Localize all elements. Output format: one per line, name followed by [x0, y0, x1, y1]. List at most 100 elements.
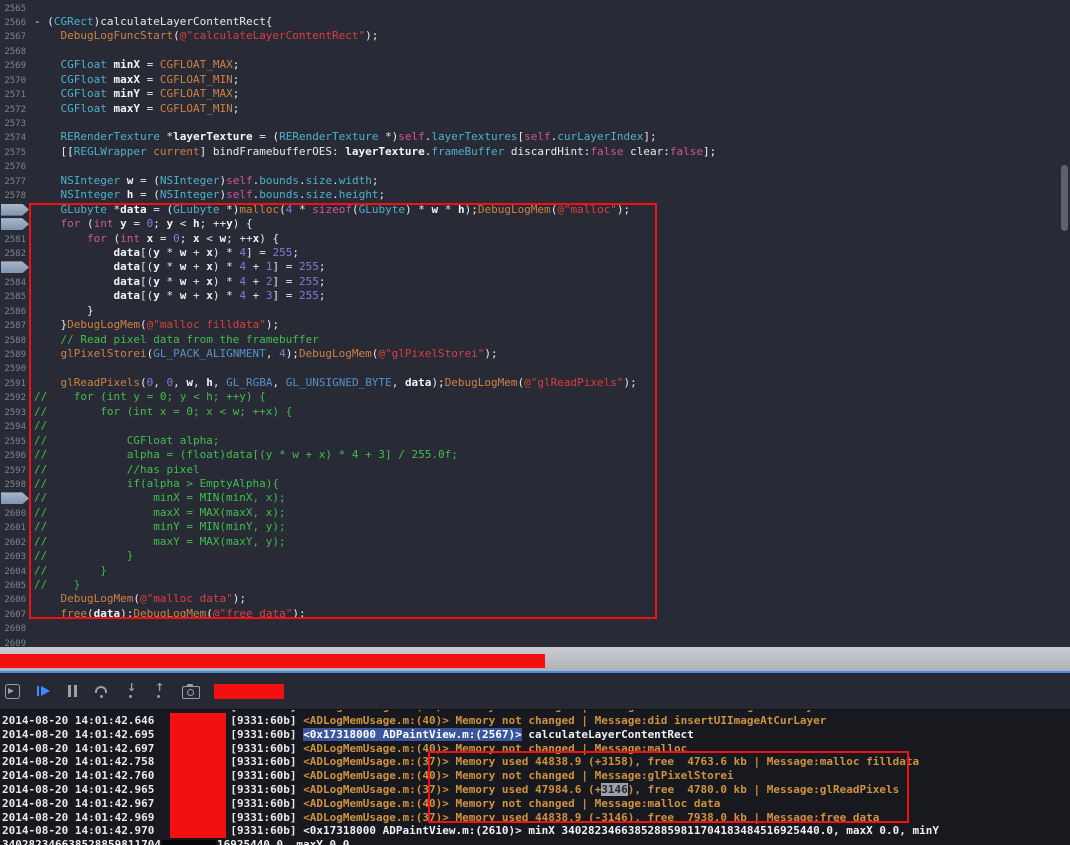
code-line[interactable]: 2598 // if(alpha > EmptyAlpha){	[0, 477, 1070, 491]
code-line[interactable]: 2569 CGFloat minX = CGFLOAT_MAX;	[0, 58, 1070, 72]
code-line[interactable]: 2573	[0, 116, 1070, 130]
code-line[interactable]: 2590	[0, 361, 1070, 375]
gutter-cell[interactable]: 2601	[0, 520, 30, 534]
code-line[interactable]: GLubyte *data = (GLubyte *)malloc(4 * si…	[0, 203, 1070, 217]
code-line[interactable]: 2585 data[(y * w + x) * 4 + 3] = 255;	[0, 289, 1070, 303]
code-line[interactable]: 2608	[0, 621, 1070, 635]
code-line[interactable]: 2606 DebugLogMem(@"malloc data");	[0, 592, 1070, 606]
code-line[interactable]: 2584 data[(y * w + x) * 4 + 2] = 255;	[0, 275, 1070, 289]
gutter-cell[interactable]: 2569	[0, 58, 30, 72]
gutter-cell[interactable]: 2595	[0, 434, 30, 448]
step-into-icon[interactable]	[126, 681, 137, 698]
code-line[interactable]: 2576	[0, 159, 1070, 173]
breakpoint-marker-icon[interactable]	[1, 203, 29, 216]
code-line[interactable]: 2578 NSInteger h = (NSInteger)self.bound…	[0, 188, 1070, 202]
gutter-cell[interactable]: 2567	[0, 29, 30, 43]
code-line[interactable]: 2565	[0, 1, 1070, 15]
gutter-cell[interactable]: 2577	[0, 174, 30, 188]
panel-toggle-icon[interactable]	[5, 683, 20, 699]
breakpoint-marker-icon[interactable]	[1, 492, 29, 505]
gutter-cell[interactable]: 2607	[0, 607, 30, 621]
code-line[interactable]: 2574 RERenderTexture *layerTexture = (RE…	[0, 130, 1070, 144]
code-line[interactable]: 2575 [[REGLWrapper current] bindFramebuf…	[0, 145, 1070, 159]
code-line[interactable]: for (int y = 0; y < h; ++y) {	[0, 217, 1070, 231]
gutter-cell[interactable]: 2604	[0, 564, 30, 578]
source-editor[interactable]: 2565 2566 - (CGRect)calculateLayerContentR…	[0, 0, 1070, 647]
gutter-cell[interactable]: 2586	[0, 304, 30, 318]
gutter-cell[interactable]: 2594	[0, 419, 30, 433]
code-line[interactable]: 2593 // for (int x = 0; x < w; ++x) {	[0, 405, 1070, 419]
gutter-cell[interactable]: 2581	[0, 232, 30, 246]
gutter-cell[interactable]: 2590	[0, 361, 30, 375]
gutter-cell[interactable]: 2572	[0, 102, 30, 116]
gutter-cell[interactable]	[0, 260, 30, 274]
code-line[interactable]: 2594 //	[0, 419, 1070, 433]
gutter-cell[interactable]: 2582	[0, 246, 30, 260]
gutter-cell[interactable]: 2592	[0, 390, 30, 404]
gutter-cell[interactable]: 2589	[0, 347, 30, 361]
gutter-cell[interactable]: 2584	[0, 275, 30, 289]
camera-icon[interactable]	[182, 684, 200, 699]
code-line[interactable]: 2572 CGFloat maxY = CGFLOAT_MIN;	[0, 102, 1070, 116]
gutter-cell[interactable]: 2597	[0, 463, 30, 477]
code-line[interactable]: // minX = MIN(minX, x);	[0, 491, 1070, 505]
code-line[interactable]: 2582 data[(y * w + x) * 4] = 255;	[0, 246, 1070, 260]
code-line[interactable]: 2603 // }	[0, 549, 1070, 563]
gutter-cell[interactable]	[0, 203, 30, 217]
gutter-cell[interactable]: 2591	[0, 376, 30, 390]
code-line[interactable]: 2568	[0, 44, 1070, 58]
code-line[interactable]: 2581 for (int x = 0; x < w; ++x) {	[0, 232, 1070, 246]
code-line[interactable]: 2597 // //has pixel	[0, 463, 1070, 477]
gutter-cell[interactable]: 2587	[0, 318, 30, 332]
console-output[interactable]: 2014-08-20 14:01:42.644[9331:60b] <ADLog…	[0, 710, 1070, 845]
gutter-cell[interactable]: 2575	[0, 145, 30, 159]
gutter-cell[interactable]: 2566	[0, 15, 30, 29]
gutter-cell[interactable]: 2602	[0, 535, 30, 549]
gutter-cell[interactable]: 2578	[0, 188, 30, 202]
gutter-cell[interactable]: 2609	[0, 636, 30, 647]
code-line[interactable]: 2566 - (CGRect)calculateLayerContentRect{	[0, 15, 1070, 29]
gutter-cell[interactable]: 2568	[0, 44, 30, 58]
code-line[interactable]: 2571 CGFloat minY = CGFLOAT_MAX;	[0, 87, 1070, 101]
breakpoint-marker-icon[interactable]	[1, 261, 29, 274]
gutter-cell[interactable]: 2576	[0, 159, 30, 173]
gutter-cell[interactable]: 2588	[0, 333, 30, 347]
code-line[interactable]: 2604 // }	[0, 564, 1070, 578]
code-line[interactable]: 2596 // alpha = (float)data[(y * w + x) *…	[0, 448, 1070, 462]
code-line[interactable]: 2601 // minY = MIN(minY, y);	[0, 520, 1070, 534]
pause-icon[interactable]	[68, 685, 77, 697]
gutter-cell[interactable]: 2573	[0, 116, 30, 130]
code-line[interactable]: 2607 free(data);DebugLogMem(@"free data"…	[0, 607, 1070, 621]
breakpoint-marker-icon[interactable]	[1, 218, 29, 231]
code-line[interactable]: 2595 // CGFloat alpha;	[0, 434, 1070, 448]
code-line[interactable]: 2605 // }	[0, 578, 1070, 592]
gutter-cell[interactable]: 2565	[0, 1, 30, 15]
code-line[interactable]: 2567 DebugLogFuncStart(@"calculateLayerC…	[0, 29, 1070, 43]
code-line[interactable]: 2587 }DebugLogMem(@"malloc filldata");	[0, 318, 1070, 332]
gutter-cell[interactable]	[0, 217, 30, 231]
code-line[interactable]: 2586 }	[0, 304, 1070, 318]
code-line[interactable]: 2609	[0, 636, 1070, 647]
gutter-cell[interactable]: 2593	[0, 405, 30, 419]
step-over-icon[interactable]	[94, 685, 109, 698]
gutter-cell[interactable]: 2598	[0, 477, 30, 491]
gutter-cell[interactable]: 2571	[0, 87, 30, 101]
gutter-cell[interactable]: 2600	[0, 506, 30, 520]
code-line[interactable]: 2588 // Read pixel data from the framebu…	[0, 333, 1070, 347]
step-out-icon[interactable]	[154, 681, 165, 698]
code-line[interactable]: 2577 NSInteger w = (NSInteger)self.bound…	[0, 174, 1070, 188]
gutter-cell[interactable]: 2596	[0, 448, 30, 462]
gutter-cell[interactable]	[0, 491, 30, 505]
code-line[interactable]: 2600 // maxX = MAX(maxX, x);	[0, 506, 1070, 520]
gutter-cell[interactable]: 2570	[0, 73, 30, 87]
code-line[interactable]: data[(y * w + x) * 4 + 1] = 255;	[0, 260, 1070, 274]
code-line[interactable]: 2602 // maxY = MAX(maxY, y);	[0, 535, 1070, 549]
gutter-cell[interactable]: 2574	[0, 130, 30, 144]
editor-scrollbar-thumb[interactable]	[1061, 165, 1068, 231]
gutter-cell[interactable]: 2608	[0, 621, 30, 635]
code-line[interactable]: 2570 CGFloat maxX = CGFLOAT_MIN;	[0, 73, 1070, 87]
code-line[interactable]: 2592 // for (int y = 0; y < h; ++y) {	[0, 390, 1070, 404]
gutter-cell[interactable]: 2605	[0, 578, 30, 592]
code-line[interactable]: 2591 glReadPixels(0, 0, w, h, GL_RGBA, G…	[0, 376, 1070, 390]
code-line[interactable]: 2589 glPixelStorei(GL_PACK_ALIGNMENT, 4)…	[0, 347, 1070, 361]
